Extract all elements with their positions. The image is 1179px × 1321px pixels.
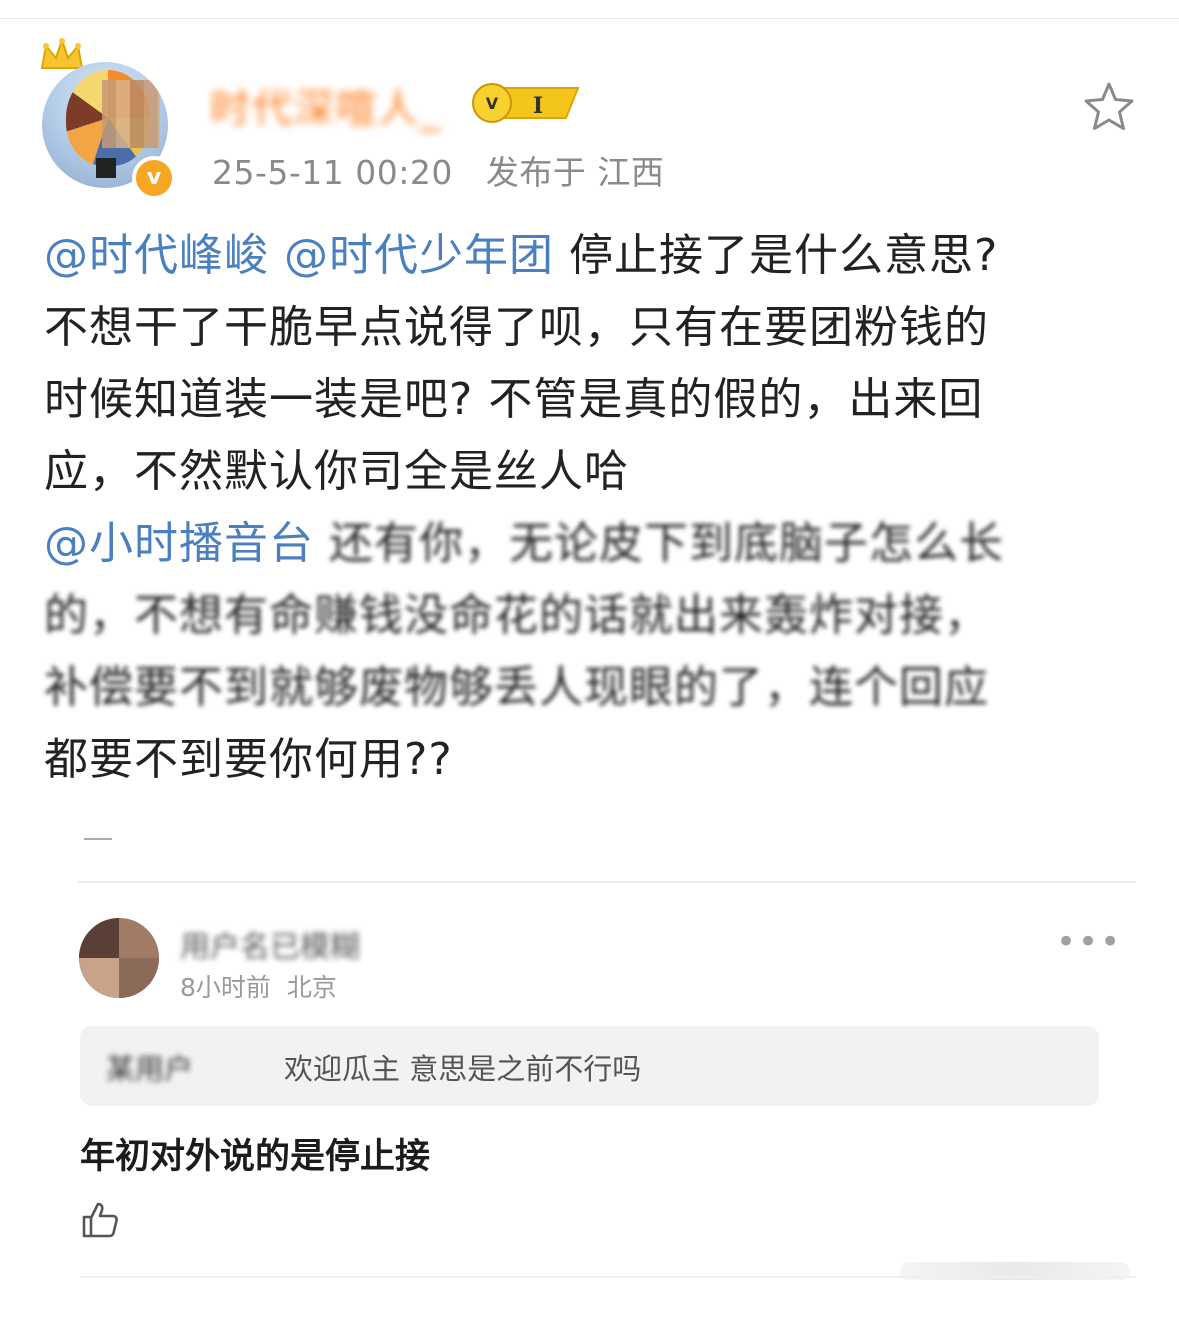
post-avatar[interactable]: v: [38, 38, 178, 200]
post-line-8: 都要不到要你何用??: [44, 734, 453, 785]
post-meta: 25-5-11 00:20 发布于 江西: [212, 146, 686, 194]
verified-badge-icon: v: [132, 156, 176, 200]
post-line-7: 补偿要不到就够废物够丢人现眼的了，连个回应: [44, 662, 989, 713]
bottom-divider: [80, 1276, 1136, 1278]
quote-text: 欢迎瓜主 意思是之前不行吗: [284, 1052, 642, 1086]
post-line-2: 不想干了干脆早点说得了呗，只有在要团粉钱的: [44, 302, 989, 353]
mention-link[interactable]: @时代少年团: [284, 230, 554, 281]
comment-username[interactable]: 用户名已模糊: [180, 922, 360, 966]
thumbs-up-icon[interactable]: [80, 1200, 120, 1240]
comment-avatar[interactable]: [79, 918, 159, 998]
post-timestamp: 25-5-11 00:20: [212, 153, 453, 192]
divider-mark: [84, 838, 112, 840]
mention-link[interactable]: @小时播音台: [44, 518, 314, 569]
post-username[interactable]: 时代深喧人_: [210, 80, 442, 132]
comment-location: 北京: [286, 973, 337, 1002]
comment-divider: [78, 881, 1136, 883]
post-location: 发布于 江西: [485, 153, 665, 192]
svg-text:V: V: [486, 94, 499, 113]
post-line-5: @小时播音台 还有你，无论皮下到底脑子怎么长: [44, 518, 1004, 569]
post-body: @时代峰峻 @时代少年团 停止接了是什么意思? 不想干了干脆早点说得了呗，只有在…: [44, 220, 1134, 796]
comment-time: 8小时前: [180, 973, 271, 1002]
comment-meta: 8小时前 北京: [180, 968, 345, 1004]
top-divider: [0, 18, 1179, 19]
post-line-3: 时候知道装一装是吧? 不管是真的假的，出来回: [44, 374, 984, 425]
more-dots-icon[interactable]: •••: [1056, 922, 1122, 962]
quote-username: 某用户: [106, 1052, 194, 1086]
level-label: I: [533, 93, 543, 119]
star-outline-icon[interactable]: [1082, 80, 1136, 134]
post-line-4: 应，不然默认你司全是丝人哈: [44, 446, 629, 497]
mention-link[interactable]: @时代峰峻: [44, 230, 269, 281]
comment-text: 年初对外说的是停止接: [80, 1137, 431, 1177]
post-line-1: @时代峰峻 @时代少年团 停止接了是什么意思?: [44, 230, 999, 281]
level-badge-icon: V I: [472, 83, 580, 123]
quoted-reply[interactable]: 某用户 欢迎瓜主 意思是之前不行吗: [80, 1026, 1099, 1106]
post-line-6: 的，不想有命赚钱没命花的话就出来轰炸对接，: [44, 590, 989, 641]
